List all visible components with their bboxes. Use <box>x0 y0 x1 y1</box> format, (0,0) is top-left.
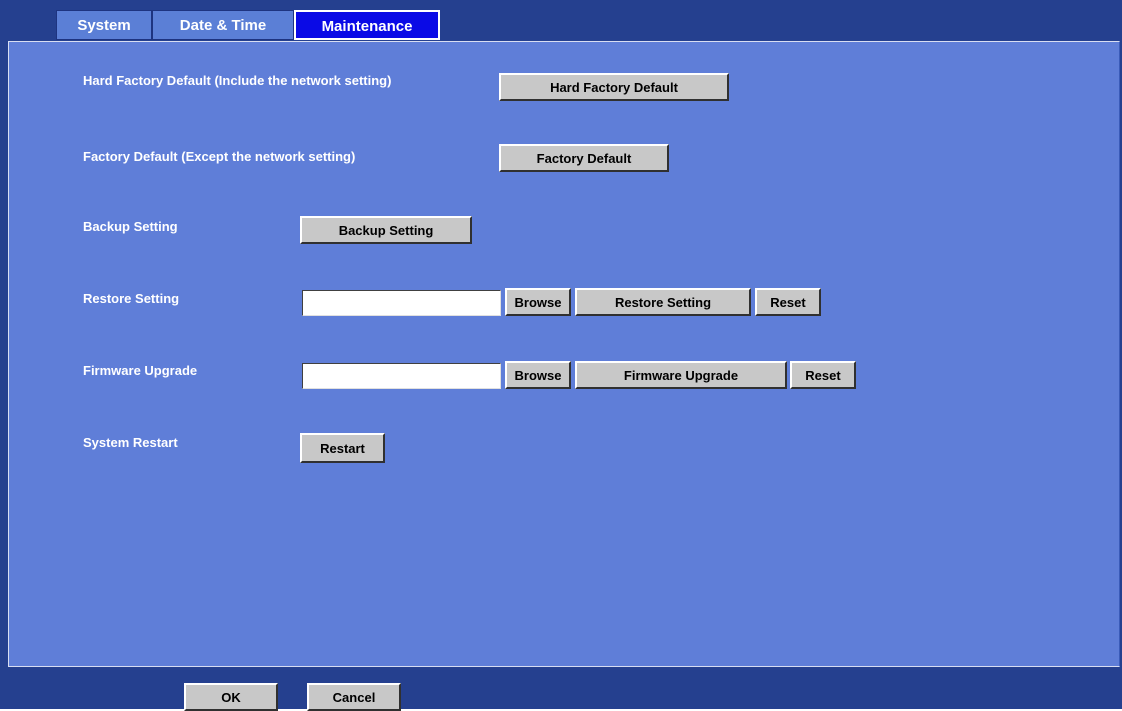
factory-default-label: Factory Default (Except the network sett… <box>83 149 356 164</box>
restore-setting-label: Restore Setting <box>83 291 180 306</box>
cancel-button[interactable]: Cancel <box>307 683 401 711</box>
restore-browse-button[interactable]: Browse <box>505 288 571 316</box>
backup-setting-label: Backup Setting <box>83 219 178 234</box>
backup-setting-button[interactable]: Backup Setting <box>300 216 472 244</box>
hard-factory-default-label: Hard Factory Default (Include the networ… <box>83 73 392 88</box>
restore-reset-button[interactable]: Reset <box>755 288 821 316</box>
ok-button[interactable]: OK <box>184 683 278 711</box>
firmware-browse-button[interactable]: Browse <box>505 361 571 389</box>
firmware-file-input[interactable] <box>302 363 501 389</box>
tab-maintenance[interactable]: Maintenance <box>294 10 440 40</box>
system-restart-label: System Restart <box>83 435 178 450</box>
restore-file-input[interactable] <box>302 290 501 316</box>
firmware-reset-button[interactable]: Reset <box>790 361 856 389</box>
tab-date-time[interactable]: Date & Time <box>152 10 294 40</box>
maintenance-panel: Hard Factory Default (Include the networ… <box>8 41 1120 667</box>
factory-default-button[interactable]: Factory Default <box>499 144 669 172</box>
restore-setting-button[interactable]: Restore Setting <box>575 288 751 316</box>
hard-factory-default-button[interactable]: Hard Factory Default <box>499 73 729 101</box>
window-frame: System Date & Time Maintenance Hard Fact… <box>0 0 1122 711</box>
firmware-upgrade-label: Firmware Upgrade <box>83 363 198 378</box>
footer-bar: OK Cancel <box>0 669 1122 711</box>
tab-system[interactable]: System <box>56 10 152 40</box>
restart-button[interactable]: Restart <box>300 433 385 463</box>
firmware-upgrade-button[interactable]: Firmware Upgrade <box>575 361 787 389</box>
